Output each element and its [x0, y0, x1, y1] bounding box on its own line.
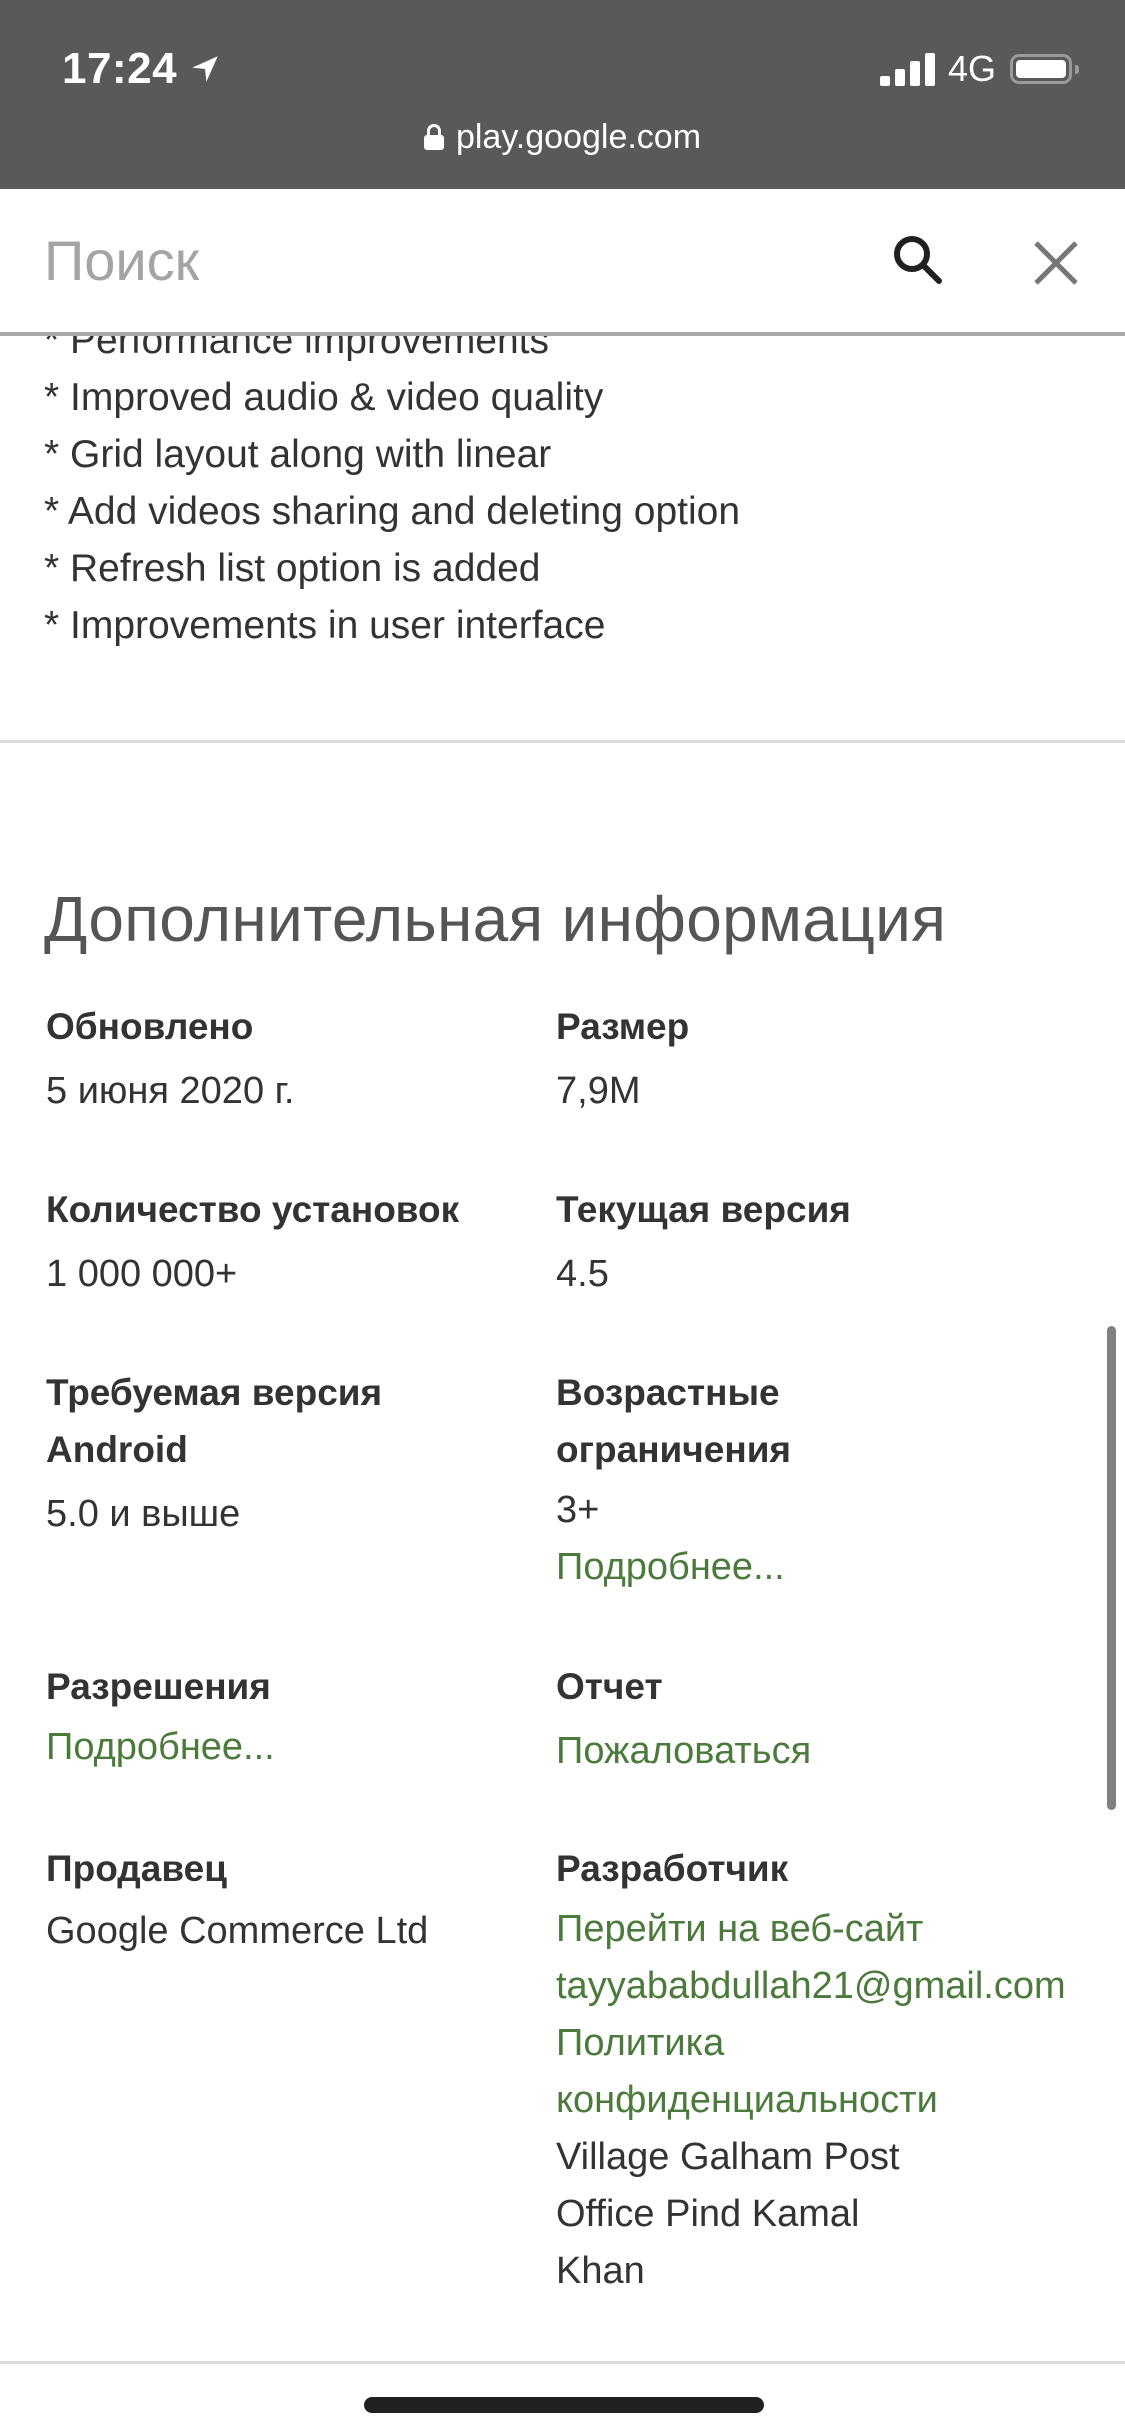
developer-email-link[interactable]: tayyababdullah21@gmail.com: [556, 1958, 1066, 2015]
lock-icon: [423, 124, 444, 150]
privacy-policy-link[interactable]: Политика конфиденциальности: [556, 2015, 946, 2129]
list-item: * Improvements in user interface: [44, 604, 606, 647]
network-type: 4G: [948, 48, 997, 89]
content-rating-learn-more-link[interactable]: Подробнее...: [556, 1539, 856, 1596]
list-item: * Grid layout along with linear: [44, 433, 552, 476]
permissions-learn-more-link[interactable]: Подробнее...: [46, 1719, 526, 1776]
list-item: * Add videos sharing and deleting option: [44, 490, 741, 533]
info-label: Разрешения: [46, 1666, 271, 1707]
info-size: Размер 7,9M: [556, 998, 1116, 1120]
search-header: [0, 189, 1125, 336]
info-value: 4.5: [556, 1253, 609, 1295]
status-time: 17:24: [62, 44, 178, 93]
location-arrow-icon: [192, 56, 218, 82]
report-flag-link[interactable]: Пожаловаться: [556, 1723, 1116, 1780]
close-icon[interactable]: [1026, 233, 1086, 293]
info-report: Отчет Пожаловаться: [556, 1658, 1116, 1780]
info-value: 5 июня 2020 г.: [46, 1070, 295, 1112]
info-permissions: Разрешения Подробнее...: [46, 1658, 526, 1776]
info-offered-by: Продавец Google Commerce Ltd: [46, 1840, 526, 1960]
home-indicator[interactable]: [364, 2397, 764, 2413]
additional-info-title: Дополнительная информация: [44, 883, 947, 955]
info-value: 5.0 и выше: [46, 1493, 241, 1535]
info-updated: Обновлено 5 июня 2020 г.: [46, 998, 526, 1120]
info-value: 7,9M: [556, 1070, 641, 1112]
info-installs: Количество установок 1 000 000+: [46, 1181, 526, 1303]
section-divider: [0, 740, 1125, 743]
info-label: Количество установок: [46, 1189, 460, 1230]
info-label: Размер: [556, 1006, 690, 1047]
developer-website-link[interactable]: Перейти на веб-сайт: [556, 1901, 946, 1958]
address-bar[interactable]: play.google.com: [0, 118, 1125, 157]
info-label: Разработчик: [556, 1848, 789, 1889]
section-divider: [0, 2361, 1125, 2364]
browser-top-bar: 17:24 4G play.google.com: [0, 0, 1125, 189]
info-developer: Разработчик Перейти на веб-сайт tayyabab…: [556, 1840, 1066, 2300]
info-label: Возрастные ограничения: [556, 1372, 792, 1470]
info-label: Отчет: [556, 1666, 663, 1707]
info-value: 1 000 000+: [46, 1253, 238, 1295]
info-label: Обновлено: [46, 1006, 254, 1047]
url-text: play.google.com: [455, 118, 702, 156]
cellular-signal-icon: [880, 52, 936, 86]
list-item: * Improved audio & video quality: [44, 376, 604, 419]
info-label: Текущая версия: [556, 1189, 851, 1230]
search-icon[interactable]: [886, 229, 950, 293]
info-content-rating: Возрастные ограничения 3+ Подробнее...: [556, 1364, 856, 1596]
info-label: Требуемая версия Android: [46, 1372, 383, 1470]
info-value: 3+: [556, 1489, 600, 1531]
developer-address-line: Village Galham Post: [556, 2136, 900, 2178]
battery-full-icon: [1010, 54, 1079, 84]
info-value: Google Commerce Ltd: [46, 1910, 429, 1952]
list-item: * Refresh list option is added: [44, 547, 541, 590]
search-input[interactable]: [44, 225, 804, 295]
whats-new-list: * Performance improvements * Improved au…: [44, 312, 740, 654]
page-scrollbar[interactable]: [1107, 1326, 1116, 1810]
info-current-version: Текущая версия 4.5: [556, 1181, 1116, 1303]
info-requires-android: Требуемая версия Android 5.0 и выше: [46, 1364, 446, 1543]
developer-address-line: Office Pind Kamal Khan: [556, 2193, 860, 2292]
info-label: Продавец: [46, 1848, 227, 1889]
